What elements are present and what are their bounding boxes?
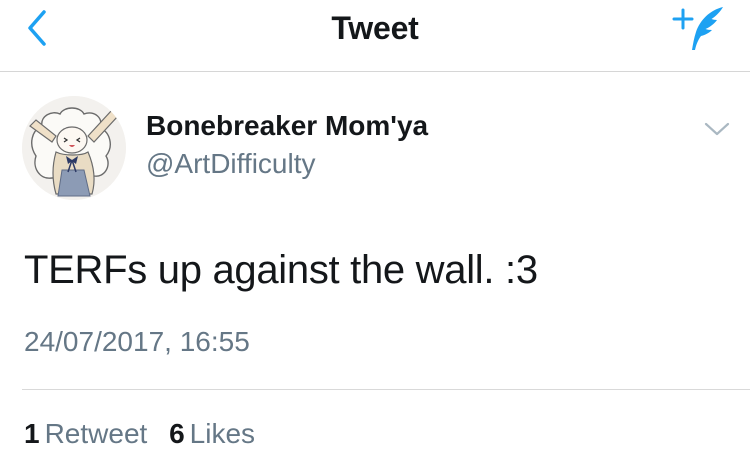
- avatar[interactable]: [22, 96, 126, 200]
- avatar-illustration-icon: [22, 96, 126, 200]
- navigation-bar: Tweet: [0, 0, 750, 72]
- tweet-options-button[interactable]: [702, 118, 732, 140]
- like-count-link[interactable]: 6 Likes: [169, 418, 255, 450]
- retweet-label: Retweet: [44, 418, 148, 449]
- like-label: Likes: [189, 418, 256, 449]
- tweet-stats: 1 Retweet 6 Likes: [24, 418, 269, 450]
- like-count: 6: [169, 418, 185, 449]
- retweet-count: 1: [24, 418, 40, 449]
- divider: [22, 389, 750, 390]
- tweet-timestamp: 24/07/2017, 16:55: [24, 326, 250, 357]
- compose-tweet-button[interactable]: [672, 4, 730, 54]
- retweet-count-link[interactable]: 1 Retweet: [24, 418, 147, 450]
- author-name[interactable]: Bonebreaker Mom'ya: [146, 110, 428, 142]
- page-title: Tweet: [331, 10, 419, 46]
- tweet-text: TERFs up against the wall. :3: [24, 248, 538, 292]
- chevron-down-icon: [704, 122, 730, 136]
- compose-feather-icon: [672, 7, 723, 50]
- author-handle[interactable]: @ArtDifficulty: [146, 148, 316, 180]
